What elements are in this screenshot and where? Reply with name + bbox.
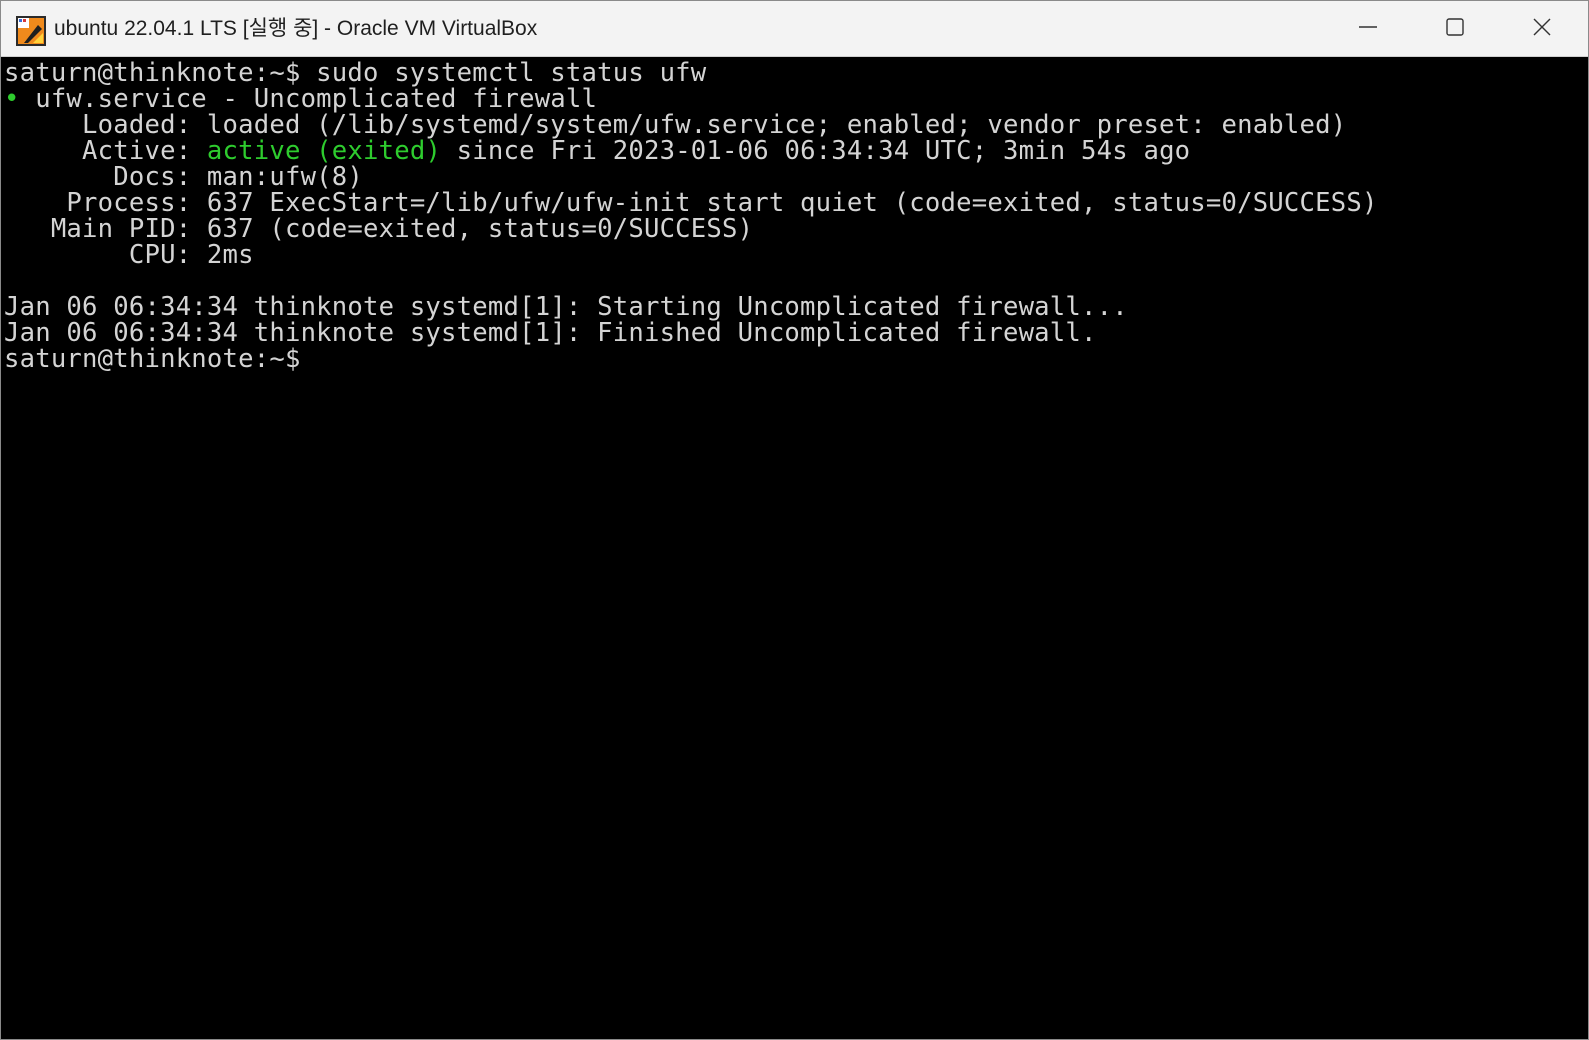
virtualbox-icon — [16, 16, 46, 46]
close-icon — [1532, 17, 1552, 42]
terminal-text-segment: CPU: 2ms — [4, 240, 254, 270]
window-title: ubuntu 22.04.1 LTS [실행 중] - Oracle VM Vi… — [54, 17, 538, 40]
title-bar[interactable]: ubuntu 22.04.1 LTS [실행 중] - Oracle VM Vi… — [1, 1, 1588, 57]
terminal-line: Main PID: 637 (code=exited, status=0/SUC… — [4, 216, 1378, 242]
terminal-output: saturn@thinknote:~$ sudo systemctl statu… — [4, 60, 1378, 372]
terminal-line: CPU: 2ms — [4, 242, 1378, 268]
terminal-line: Jan 06 06:34:34 thinknote systemd[1]: Fi… — [4, 320, 1378, 346]
terminal-text-segment: saturn@thinknote:~$ — [4, 344, 301, 374]
minimize-button[interactable] — [1328, 1, 1408, 57]
minimize-icon — [1358, 17, 1378, 42]
terminal-text-segment: since Fri 2023-01-06 06:34:34 UTC; 3min … — [441, 136, 1191, 166]
maximize-icon — [1445, 17, 1465, 42]
terminal-line: saturn@thinknote:~$ — [4, 346, 1378, 372]
terminal-line: Process: 637 ExecStart=/lib/ufw/ufw-init… — [4, 190, 1378, 216]
terminal-line: Jan 06 06:34:34 thinknote systemd[1]: St… — [4, 294, 1378, 320]
terminal-line: Docs: man:ufw(8) — [4, 164, 1378, 190]
terminal-line: Active: active (exited) since Fri 2023-0… — [4, 138, 1378, 164]
terminal-line: • ufw.service - Uncomplicated firewall — [4, 86, 1378, 112]
maximize-button[interactable] — [1415, 1, 1495, 57]
terminal-line: saturn@thinknote:~$ sudo systemctl statu… — [4, 60, 1378, 86]
virtualbox-window: ubuntu 22.04.1 LTS [실행 중] - Oracle VM Vi… — [0, 0, 1589, 1040]
terminal-line: Loaded: loaded (/lib/systemd/system/ufw.… — [4, 112, 1378, 138]
terminal-screen[interactable]: saturn@thinknote:~$ sudo systemctl statu… — [1, 58, 1588, 1039]
close-button[interactable] — [1502, 1, 1582, 57]
